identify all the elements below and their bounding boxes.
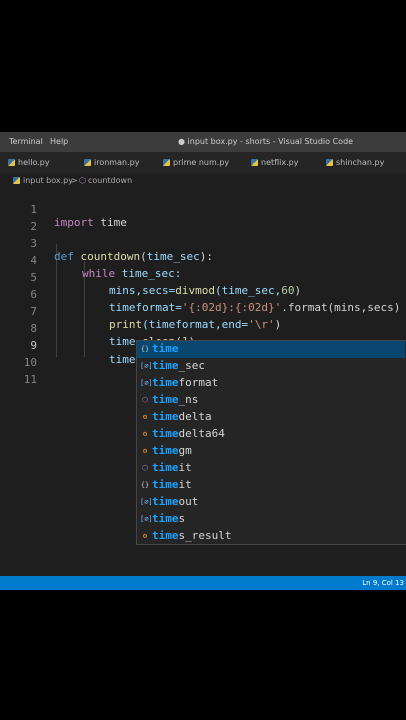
suggestion-rest: out [178,495,199,508]
code-line-4: 4 while time_sec: [0,241,406,280]
breadcrumb-separator: > [71,176,78,185]
tab-hello[interactable]: hello.py [8,158,50,167]
suggestion-match: time [152,342,179,355]
variable-icon: [∅] [140,379,153,387]
module-icon: {} [140,345,150,353]
breadcrumb-file-label: input box.py [23,176,73,185]
tab-label: shinchan.py [336,158,385,167]
tab-netflix[interactable]: netflix.py [251,158,298,167]
suggestion-match: time [152,495,179,508]
suggestion-match: time [152,444,179,457]
suggestion-item[interactable]: {} timeit [137,477,405,494]
title-bar: Terminal Help ● input box.py - shorts - … [0,132,406,152]
suggestion-match: time [152,427,179,440]
suggestion-match: time [152,376,179,389]
suggestion-item[interactable]: ⚙ timedelta64 [137,426,405,443]
breadcrumb-symbol-label: countdown [87,176,133,185]
tab-bar: hello.py ironman.py prime num.py netflix… [0,152,406,174]
breadcrumb-file[interactable]: input box.py [13,176,73,185]
code-line-2: 2 [0,207,406,233]
tab-shinchan[interactable]: shinchan.py [326,158,384,167]
vscode-window: Terminal Help ● input box.py - shorts - … [0,132,406,590]
code-line-1: 1 import time [0,190,406,229]
menu-terminal[interactable]: Terminal [9,137,43,146]
breadcrumb: input box.py > ⬡ countdown [0,174,406,188]
menu-help[interactable]: Help [50,137,68,146]
function-icon: ⬡ [141,464,149,472]
autocomplete-dropdown[interactable]: {} time [∅] time_sec [∅] timeformat ⬡ ti… [136,340,406,545]
symbol-function-icon: ⬡ [79,176,86,185]
suggestion-match: time [152,512,179,525]
suggestion-rest: _ns [178,393,199,406]
suggestion-match: time [152,461,179,474]
status-bar: Ln 9, Col 13 [0,576,406,590]
variable-icon: [∅] [140,498,153,506]
suggestion-item[interactable]: ⬡ time_ns [137,392,405,409]
suggestion-item[interactable]: [∅] timeout [137,494,405,511]
suggestion-rest: delta64 [178,427,225,440]
python-file-icon [163,159,170,166]
suggestion-rest: format [178,376,219,389]
suggestion-match: time [152,359,179,372]
suggestion-match: time [152,478,179,491]
breadcrumb-symbol[interactable]: ⬡ countdown [79,176,132,185]
code-line-5: 5 mins,secs=divmod(time_sec,60) [0,258,406,297]
line-number: 11 [23,373,37,386]
function-icon: ⬡ [141,396,149,404]
tab-label: hello.py [18,158,50,167]
suggestion-item[interactable]: ⬡ timeit [137,460,405,477]
suggestion-match: time [152,529,179,542]
suggestion-item[interactable]: [∅] times [137,511,405,528]
class-icon: ⚙ [142,430,148,438]
suggestion-rest: it [178,478,192,491]
python-file-icon [84,159,91,166]
code-line-3: 3 def countdown(time_sec): [0,224,406,263]
python-file-icon [8,159,15,166]
tab-label: prime num.py [173,158,230,167]
suggestion-rest: it [178,461,192,474]
code-line-7: 7 print(timeformat,end='\r') [0,292,406,331]
python-file-icon [251,159,258,166]
window-title: ● input box.py - shorts - Visual Studio … [178,137,354,146]
suggestion-match: time [152,410,179,423]
code-line-6: 6 timeformat='{:02d}:{:02d}'.format(mins… [0,275,406,314]
suggestion-item[interactable]: ⚙ times_result [137,528,405,545]
suggestion-rest: s [178,512,186,525]
variable-icon: [∅] [140,362,153,370]
suggestion-rest: s_result [178,529,232,542]
suggestion-item[interactable]: [∅] timeformat [137,375,405,392]
variable-icon: [∅] [140,515,153,523]
tab-label: ironman.py [94,158,140,167]
suggestion-rest: gm [178,444,192,457]
class-icon: ⚙ [142,447,148,455]
suggestion-item[interactable]: ⚙ timegm [137,443,405,460]
module-icon: {} [140,481,150,489]
suggestion-rest: delta [178,410,212,423]
suggestion-item[interactable]: ⚙ timedelta [137,409,405,426]
code-line-8: 8 time.sleep(1) [0,309,406,348]
cursor-position[interactable]: Ln 9, Col 13 [362,579,404,587]
class-icon: ⚙ [142,413,148,421]
python-file-icon [326,159,333,166]
python-file-icon [13,177,20,184]
suggestion-item[interactable]: {} time [137,341,405,358]
suggestion-rest: _sec [178,359,206,372]
suggestion-match: time [152,393,179,406]
tab-prime-num[interactable]: prime num.py [163,158,229,167]
class-icon: ⚙ [142,532,148,540]
tab-label: netflix.py [261,158,299,167]
suggestion-item[interactable]: [∅] time_sec [137,358,405,375]
tab-ironman[interactable]: ironman.py [84,158,139,167]
